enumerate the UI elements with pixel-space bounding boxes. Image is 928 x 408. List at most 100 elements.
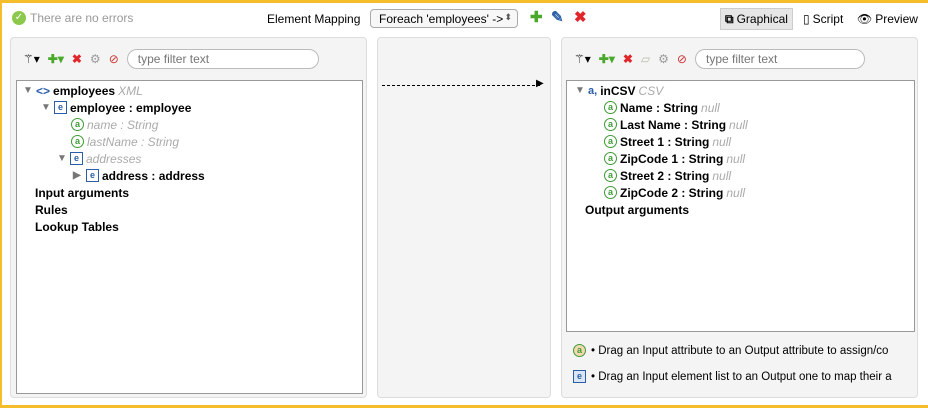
label: address : address xyxy=(102,168,205,183)
tree-item-rules[interactable]: Rules xyxy=(35,201,68,218)
input-panel: ⚚▾ ✚▾ ✖ ⚙ ⊘ ▼<>employeesXML ▼eemployee :… xyxy=(10,37,367,398)
arrow-head-icon: ▶ xyxy=(536,78,544,89)
script-icon: ▯ xyxy=(803,12,810,26)
expand-icon[interactable]: ▼ xyxy=(575,85,585,96)
label: inCSV xyxy=(600,83,636,98)
tree-item-attr[interactable]: a Name : String null xyxy=(604,99,720,116)
tree-item-attr[interactable]: a Street 1 : String null xyxy=(604,133,731,150)
attribute-icon: a xyxy=(71,118,84,131)
tree-item-incsv[interactable]: ▼ a, inCSV CSV xyxy=(575,82,663,99)
value: null xyxy=(712,134,732,149)
type: XML xyxy=(118,83,143,98)
value: null xyxy=(726,151,746,166)
label: employee : employee xyxy=(70,100,192,115)
stepper-icon: ⬍ xyxy=(504,12,512,22)
eraser-icon[interactable]: ▱ xyxy=(641,52,650,66)
delete-mapping-icon[interactable]: ✖ xyxy=(574,8,587,26)
input-tree: ▼ <> employees XML ▼ e employee : employee an… xyxy=(16,80,363,394)
mapping-canvas: ▶ xyxy=(377,37,551,398)
type: CSV xyxy=(638,83,664,98)
filter-input[interactable] xyxy=(126,49,319,69)
graphical-label: Graphical xyxy=(736,12,788,26)
label: Street 2 : String xyxy=(620,168,710,183)
tree-item-employee[interactable]: ▼ e employee : employee xyxy=(41,99,191,116)
label: ZipCode 2 : String xyxy=(620,185,724,200)
add-mapping-icon[interactable]: ✚ xyxy=(530,8,543,26)
value: null xyxy=(726,185,746,200)
drag-element-list-icon: e xyxy=(573,370,586,383)
tree-item-address[interactable]: ▶ e address : address xyxy=(73,167,205,184)
hint-text: • Drag an Input element list to an Outpu… xyxy=(591,370,892,383)
tree-item-attr[interactable]: a ZipCode 1 : String null xyxy=(604,150,745,167)
element-list-icon: e xyxy=(54,101,67,114)
output-tree: ▼ a, inCSV CSV a Name : String null a Last Nam… xyxy=(566,80,915,332)
script-label: Script xyxy=(812,12,844,26)
value: null xyxy=(701,100,720,115)
script-mode-button[interactable]: ▯ Script xyxy=(799,8,847,30)
mapping-select-value: Foreach 'employees' -> xyxy=(379,12,504,26)
label: Lookup Tables xyxy=(35,219,119,234)
attribute-icon: a xyxy=(604,101,617,114)
mapping-connector xyxy=(382,85,540,86)
wand-icon[interactable]: ⚚▾ xyxy=(23,52,40,66)
preview-mode-button[interactable]: 👁 Preview xyxy=(853,8,922,30)
hide-icon[interactable]: ⊘ xyxy=(109,52,119,66)
tree-item-lookup-tables[interactable]: Lookup Tables xyxy=(35,218,119,235)
edit-mapping-icon[interactable]: ✎ xyxy=(551,8,564,26)
value: null xyxy=(712,168,732,183)
tree-item-lastname[interactable]: a lastName : String xyxy=(71,133,179,150)
attribute-icon: a xyxy=(604,118,617,131)
settings-icon[interactable]: ⚙ xyxy=(90,52,101,66)
add-icon[interactable]: ✚▾ xyxy=(48,52,64,66)
output-panel: ⚚▾ ✚▾ ✖ ▱ ⚙ ⊘ ▼a,inCSVCSV aName : String… xyxy=(561,37,918,398)
label: ZipCode 1 : String xyxy=(620,151,724,166)
hint-text: • Drag an Input attribute to an Output a… xyxy=(591,344,889,357)
label: Last Name : String xyxy=(620,117,727,132)
delete-icon[interactable]: ✖ xyxy=(623,52,633,66)
wand-icon[interactable]: ⚚▾ xyxy=(574,52,591,66)
tree-item-attr[interactable]: a Street 2 : String null xyxy=(604,167,731,184)
tree-item-input-arguments[interactable]: Input arguments xyxy=(35,184,129,201)
collapse-icon[interactable]: ▶ xyxy=(73,170,83,181)
drag-attribute-icon: a xyxy=(573,344,586,357)
add-icon[interactable]: ✚▾ xyxy=(599,52,615,66)
label: lastName : String xyxy=(87,134,180,149)
filter-input[interactable] xyxy=(694,49,865,69)
tree-item-output-arguments[interactable]: Output arguments xyxy=(585,201,689,218)
element-icon: e xyxy=(70,152,83,165)
hint-attribute: a • Drag an Input attribute to an Output … xyxy=(573,344,918,357)
label: Input arguments xyxy=(35,185,130,200)
tree-item-name[interactable]: a name : String xyxy=(71,116,158,133)
label: Street 1 : String xyxy=(620,134,710,149)
attribute-icon: a xyxy=(604,186,617,199)
preview-label: Preview xyxy=(875,12,918,26)
delete-icon[interactable]: ✖ xyxy=(72,52,82,66)
tree-item-employees[interactable]: ▼ <> employees XML xyxy=(23,82,143,99)
label: Rules xyxy=(35,202,68,217)
label: Output arguments xyxy=(585,202,689,217)
label: Name : String xyxy=(620,100,699,115)
ok-check-icon: ✓ xyxy=(12,11,26,25)
graphical-mode-button[interactable]: ⧉ Graphical xyxy=(720,8,793,30)
mapping-select[interactable]: Foreach 'employees' -> ⬍ xyxy=(370,9,518,28)
attribute-icon: a xyxy=(71,135,84,148)
graphical-icon: ⧉ xyxy=(725,11,734,26)
tree-item-addresses[interactable]: ▼ e addresses xyxy=(57,150,141,167)
xml-icon: <> xyxy=(36,83,51,98)
csv-icon: a, xyxy=(588,84,598,97)
label: addresses xyxy=(86,151,142,166)
expand-icon[interactable]: ▼ xyxy=(23,85,33,96)
element-list-icon: e xyxy=(86,169,99,182)
tree-item-attr[interactable]: a ZipCode 2 : String null xyxy=(604,184,745,201)
tree-item-attr[interactable]: a Last Name : String null xyxy=(604,116,748,133)
status-text: There are no errors xyxy=(30,11,134,25)
element-mapping-label: Element Mapping xyxy=(267,12,361,26)
expand-icon[interactable]: ▼ xyxy=(41,102,51,113)
eye-icon: 👁 xyxy=(857,12,873,26)
attribute-icon: a xyxy=(604,135,617,148)
settings-icon[interactable]: ⚙ xyxy=(658,52,669,66)
attribute-icon: a xyxy=(604,152,617,165)
expand-icon[interactable]: ▼ xyxy=(57,153,67,164)
hide-icon[interactable]: ⊘ xyxy=(677,52,687,66)
attribute-icon: a xyxy=(604,169,617,182)
